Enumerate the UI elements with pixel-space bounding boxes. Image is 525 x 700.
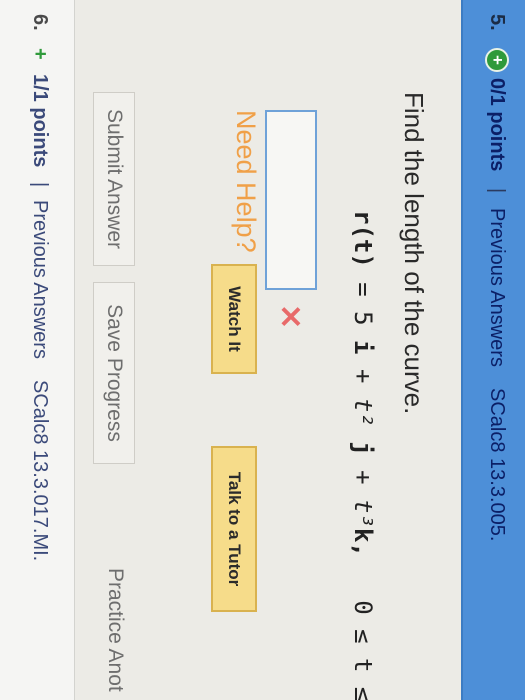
formula-lhs: r(t)	[349, 210, 377, 268]
submit-answer-button[interactable]: Submit Answer	[93, 92, 135, 266]
question-6-number: 6.	[29, 14, 51, 31]
formula-j: j	[349, 441, 377, 456]
formula-range: 0 ≤ t ≤ 1	[349, 600, 377, 700]
points-label: 0/1 points	[486, 78, 508, 172]
previous-answers-link[interactable]: Previous Answers	[485, 208, 508, 367]
formula-k: k,	[349, 527, 377, 557]
question-6-separator: |	[29, 182, 51, 188]
formula-plus1: +	[349, 354, 377, 398]
expand-plus-icon[interactable]: +	[485, 48, 509, 72]
formula-eq: = 5	[349, 267, 377, 326]
expand-plus-icon[interactable]: +	[28, 48, 51, 60]
save-progress-button[interactable]: Save Progress	[93, 282, 135, 464]
webassign-page: 5. + 0/1 points | Previous Answers SCalc…	[0, 0, 525, 700]
watch-it-button[interactable]: Watch It	[211, 264, 257, 374]
question-number: 5.	[486, 14, 508, 31]
curve-formula: r(t) = 5 i + t² j + t³k, 0 ≤ t ≤ 1	[349, 210, 377, 700]
practice-another-link[interactable]: Practice Anot	[103, 568, 127, 692]
question-prompt: Find the length of the curve.	[399, 92, 429, 415]
answer-input[interactable]	[265, 110, 317, 290]
question-6-code: SCalc8 13.3.017.MI.	[29, 380, 51, 562]
talk-to-tutor-button[interactable]: Talk to a Tutor	[211, 446, 257, 612]
question-6-points: 1/1 points	[29, 74, 51, 168]
formula-t3: t³	[349, 499, 377, 528]
formula-t2: t²	[349, 397, 377, 427]
question-code: SCalc8 13.3.005.	[486, 388, 508, 542]
question-5-header: 5. + 0/1 points | Previous Answers SCalc…	[461, 0, 525, 700]
header-separator: |	[486, 188, 508, 194]
incorrect-x-icon: ✕	[273, 304, 306, 330]
formula-i: i	[349, 340, 377, 355]
need-help-label: Need Help?	[231, 110, 261, 253]
formula-plus2: +	[349, 455, 377, 500]
question-6-previous-answers-link[interactable]: Previous Answers	[28, 200, 51, 359]
